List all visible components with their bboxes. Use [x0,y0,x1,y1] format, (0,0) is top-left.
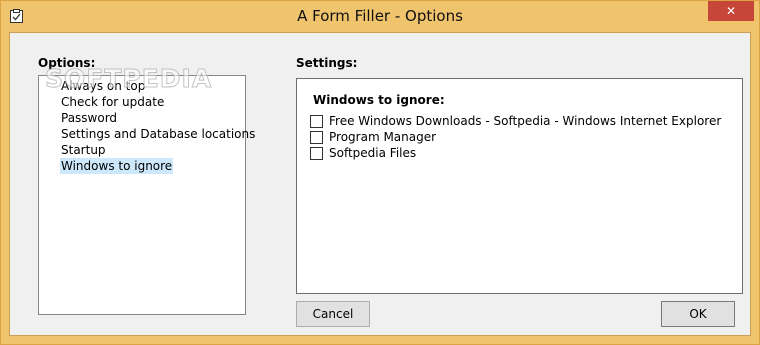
checkbox-row-softpedia-files[interactable]: Softpedia Files [310,145,416,161]
list-item-password[interactable]: Password [60,110,118,126]
settings-panel: Windows to ignore: Free Windows Download… [296,78,743,294]
windows-to-ignore-heading: Windows to ignore: [313,93,445,107]
checkbox-label[interactable]: Softpedia Files [329,146,416,160]
list-item-windows-to-ignore[interactable]: Windows to ignore [60,158,174,174]
list-item-always-on-top[interactable]: Always on top [60,78,146,94]
options-label: Options: [38,56,96,70]
checkbox-row-free-windows-downloads[interactable]: Free Windows Downloads - Softpedia - Win… [310,113,721,129]
title-bar[interactable]: A Form Filler - Options ✕ [1,1,759,32]
cancel-button[interactable]: Cancel [296,301,370,327]
options-window: A Form Filler - Options ✕ Options: Alway… [0,0,760,345]
ok-button[interactable]: OK [661,301,735,327]
checkbox-row-program-manager[interactable]: Program Manager [310,129,436,145]
settings-label: Settings: [296,56,358,70]
checkbox-label[interactable]: Program Manager [329,130,436,144]
checkbox-free-windows-downloads[interactable] [310,114,323,128]
close-button[interactable]: ✕ [708,1,754,21]
checkbox-label[interactable]: Free Windows Downloads - Softpedia - Win… [329,114,721,128]
checkbox-program-manager[interactable] [310,130,323,144]
list-item-startup[interactable]: Startup [60,142,107,158]
list-item-check-for-update[interactable]: Check for update [60,94,165,110]
close-icon: ✕ [725,4,737,18]
options-listbox[interactable]: Always on top Check for update Password … [38,75,255,315]
list-item-settings-database-locations[interactable]: Settings and Database locations [60,126,256,142]
window-title: A Form Filler - Options [297,7,463,25]
client-area: Options: Always on top Check for update … [9,32,751,336]
checkbox-softpedia-files[interactable] [310,146,323,160]
